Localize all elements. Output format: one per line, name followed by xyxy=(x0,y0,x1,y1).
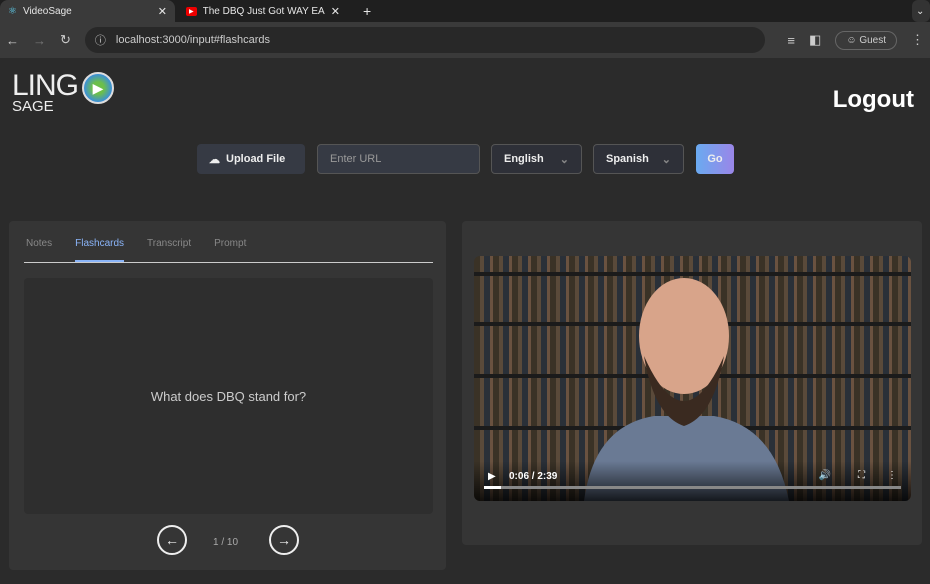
logo: LING SAGE ▶ xyxy=(12,71,114,114)
globe-play-icon: ▶ xyxy=(82,72,114,104)
previous-card-button[interactable]: ← xyxy=(157,525,187,555)
browser-tab[interactable]: ⚛ VideoSage ✕ xyxy=(0,0,175,22)
react-icon: ⚛ xyxy=(8,5,17,17)
go-button[interactable]: Go xyxy=(696,144,734,174)
video-progress-bar[interactable] xyxy=(484,486,901,489)
close-icon[interactable]: ✕ xyxy=(158,5,167,18)
source-language-select[interactable]: English ⌄ xyxy=(491,144,582,174)
address-bar-row: ← → ↻ ⓘ localhost:3000/input#flashcards ≡ ◧ … xyxy=(0,22,930,58)
upload-file-button[interactable]: ☁ Upload File xyxy=(197,144,305,174)
logout-button[interactable]: Logout xyxy=(833,86,914,114)
tab-notes[interactable]: Notes xyxy=(26,233,52,262)
card-counter: 1 / 10 xyxy=(213,537,239,548)
url-input[interactable]: Enter URL xyxy=(317,144,480,174)
next-card-button[interactable]: → xyxy=(269,525,299,555)
cloud-upload-icon: ☁ xyxy=(209,153,220,166)
youtube-icon: ▶ xyxy=(186,6,197,16)
tab-search-button[interactable]: ⌄ xyxy=(912,0,930,22)
chevron-down-icon: ⌄ xyxy=(661,153,671,166)
more-icon[interactable]: ⋮ xyxy=(887,470,897,481)
tab-transcript[interactable]: Transcript xyxy=(147,233,191,262)
tab-prompt[interactable]: Prompt xyxy=(214,233,246,262)
play-icon[interactable]: ▶ xyxy=(488,471,496,482)
forward-icon[interactable]: → xyxy=(33,33,46,48)
profile-button[interactable]: ☺ Guest xyxy=(835,30,897,50)
close-icon[interactable]: ✕ xyxy=(331,5,340,18)
new-tab-button[interactable]: + xyxy=(355,0,379,22)
info-icon: ⓘ xyxy=(94,35,106,47)
study-panel: Notes Flashcards Transcript Prompt What … xyxy=(9,221,446,570)
video-controls: ▶ 0:06 / 2:39 🔊 ⛶ ⋮ xyxy=(474,461,911,501)
menu-icon[interactable]: ⋮ xyxy=(911,32,924,48)
browser-tab[interactable]: ▶The DBQ Just Got WAY EASIE✕ xyxy=(178,0,348,22)
url-bar[interactable]: ⓘ localhost:3000/input#flashcards xyxy=(84,27,766,53)
video-panel: ▶ 0:06 / 2:39 🔊 ⛶ ⋮ xyxy=(462,221,922,545)
flashcard[interactable]: What does DBQ stand for? xyxy=(24,278,433,514)
back-icon[interactable]: ← xyxy=(6,33,19,48)
target-language-select[interactable]: Spanish ⌄ xyxy=(593,144,684,174)
fullscreen-icon[interactable]: ⛶ xyxy=(858,470,865,481)
tab-strip: ⚛VideoSage✕ ▶The DBQ Just Got WAY EASIE✕… xyxy=(0,0,930,22)
chevron-down-icon: ⌄ xyxy=(559,153,569,166)
volume-icon[interactable]: 🔊 xyxy=(819,470,831,481)
tab-flashcards[interactable]: Flashcards xyxy=(75,233,125,262)
media-icon[interactable]: ≡ xyxy=(787,33,795,48)
sidepanel-icon[interactable]: ◧ xyxy=(809,32,821,48)
reload-icon[interactable]: ↻ xyxy=(60,32,71,48)
video-player[interactable]: ▶ 0:06 / 2:39 🔊 ⛶ ⋮ xyxy=(474,256,911,501)
panel-tabs: Notes Flashcards Transcript Prompt xyxy=(24,233,433,263)
